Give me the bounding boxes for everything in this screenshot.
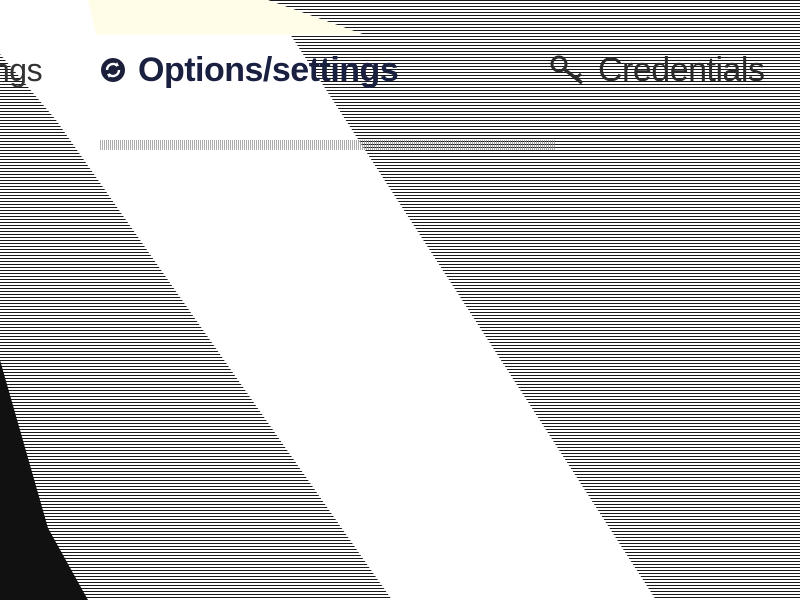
active-tab-underline (100, 140, 555, 150)
key-icon (550, 55, 584, 85)
tab-credentials[interactable]: Credentials (548, 48, 765, 92)
tab-previous[interactable]: ngs (0, 48, 43, 92)
tab-options-label: Options/settings (138, 50, 399, 89)
tab-options-settings[interactable]: Options/settings (98, 48, 399, 92)
settings-window: ngs Options/settings Credentials (0, 0, 800, 600)
tab-credentials-label: Credentials (598, 50, 765, 89)
tab-previous-label: ngs (0, 51, 43, 88)
refresh-icon (101, 58, 125, 82)
tab-bar: ngs Options/settings Credentials (0, 0, 800, 150)
